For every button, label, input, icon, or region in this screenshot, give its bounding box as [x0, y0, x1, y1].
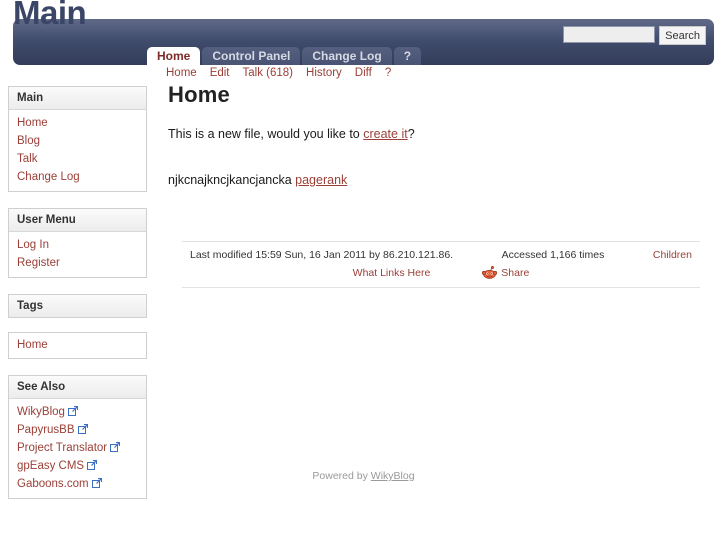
info-row-secondary: What Links Here Share	[182, 261, 700, 286]
sidebar-panel-tag-list-body: Home	[9, 333, 146, 358]
sidebar: Main Home Blog Talk Change Log User Menu…	[8, 86, 147, 515]
subnav-help[interactable]: ?	[385, 67, 391, 79]
sidebar-link-project-translator[interactable]: Project Translator	[9, 439, 146, 457]
sidebar-link-wikyblog-label: WikyBlog	[17, 406, 65, 418]
sidebar-panel-main-body: Home Blog Talk Change Log	[9, 110, 146, 191]
last-modified-text: Last modified 15:59 Sun, 16 Jan 2011 by …	[190, 249, 454, 261]
reddit-icon	[482, 266, 498, 279]
main-tabs: Home Control Panel Change Log ?	[147, 47, 423, 65]
sidebar-panel-user-menu-body: Log In Register	[9, 232, 146, 277]
sidebar-item-log-in[interactable]: Log In	[9, 236, 146, 254]
sidebar-link-wikyblog[interactable]: WikyBlog	[9, 403, 146, 421]
sidebar-item-talk[interactable]: Talk	[9, 150, 146, 168]
share-link[interactable]: Share	[482, 266, 529, 279]
body-paragraph: njkcnajkncjkancjancka pagerank	[168, 172, 708, 188]
external-link-icon	[77, 424, 88, 434]
powered-by-text: Powered by	[312, 470, 371, 482]
sidebar-tag-home[interactable]: Home	[9, 336, 146, 354]
tab-help[interactable]: ?	[393, 47, 422, 65]
search-area: Search	[563, 26, 706, 45]
sidebar-link-papyrusbb-label: PapyrusBB	[17, 424, 75, 436]
sidebar-panel-user-menu-heading: User Menu	[9, 209, 146, 232]
external-link-icon	[110, 442, 121, 452]
subnav-home[interactable]: Home	[166, 67, 197, 79]
infobar-bottom-rule	[182, 287, 700, 288]
page-root: Main Search Home Control Panel Change Lo…	[0, 0, 727, 545]
sidebar-panel-tags: Tags	[8, 294, 147, 318]
subnav-history[interactable]: History	[306, 67, 342, 79]
new-file-text-before: This is a new file, would you like to	[168, 127, 364, 141]
pagerank-link[interactable]: pagerank	[295, 173, 347, 187]
powered-by-link[interactable]: WikyBlog	[371, 470, 415, 482]
external-link-icon	[87, 460, 98, 470]
children-link[interactable]: Children	[653, 249, 692, 261]
sidebar-panel-see-also-heading: See Also	[9, 376, 146, 399]
search-button[interactable]: Search	[659, 26, 706, 45]
accessed-count-text: Accessed 1,166 times	[501, 249, 605, 261]
create-it-link[interactable]: create it	[363, 127, 407, 141]
body-text: njkcnajkncjkancjancka	[168, 173, 296, 187]
page-title: Home	[168, 82, 230, 107]
sidebar-link-project-translator-label: Project Translator	[17, 442, 108, 454]
site-title: Main	[13, 0, 87, 31]
sidebar-panel-tags-heading: Tags	[9, 295, 146, 317]
infobar-top-rule	[182, 241, 700, 242]
subnav-talk[interactable]: Talk (618)	[243, 67, 294, 79]
info-row-primary: Last modified 15:59 Sun, 16 Jan 2011 by …	[182, 244, 700, 261]
page-info-bar: Last modified 15:59 Sun, 16 Jan 2011 by …	[182, 244, 700, 286]
sidebar-panel-main: Main Home Blog Talk Change Log	[8, 86, 147, 192]
subnav-edit[interactable]: Edit	[210, 67, 230, 79]
sidebar-panel-see-also-body: WikyBlog PapyrusBB Project Translator gp…	[9, 399, 146, 498]
sidebar-panel-main-heading: Main	[9, 87, 146, 110]
main-content: Home This is a new file, would you like …	[168, 82, 708, 188]
sidebar-link-papyrusbb[interactable]: PapyrusBB	[9, 421, 146, 439]
search-input[interactable]	[563, 26, 656, 43]
page-footer: Powered by WikyBlog	[0, 470, 727, 482]
share-label: Share	[501, 266, 530, 279]
sub-navigation: Home Edit Talk (618) History Diff ?	[166, 67, 391, 79]
subnav-diff[interactable]: Diff	[355, 67, 372, 79]
sidebar-item-blog[interactable]: Blog	[9, 132, 146, 150]
external-link-icon	[67, 406, 78, 416]
tab-change-log[interactable]: Change Log	[302, 47, 392, 65]
sidebar-panel-tag-list: Home	[8, 332, 147, 359]
tab-home[interactable]: Home	[147, 47, 201, 65]
what-links-here-link[interactable]: What Links Here	[353, 267, 431, 279]
sidebar-panel-user-menu: User Menu Log In Register	[8, 208, 147, 278]
new-file-paragraph: This is a new file, would you like to cr…	[168, 126, 708, 142]
new-file-text-after: ?	[407, 127, 415, 141]
sidebar-item-change-log[interactable]: Change Log	[9, 168, 146, 186]
sidebar-item-register[interactable]: Register	[9, 254, 146, 272]
sidebar-item-home[interactable]: Home	[9, 114, 146, 132]
tab-control-panel[interactable]: Control Panel	[202, 47, 301, 65]
